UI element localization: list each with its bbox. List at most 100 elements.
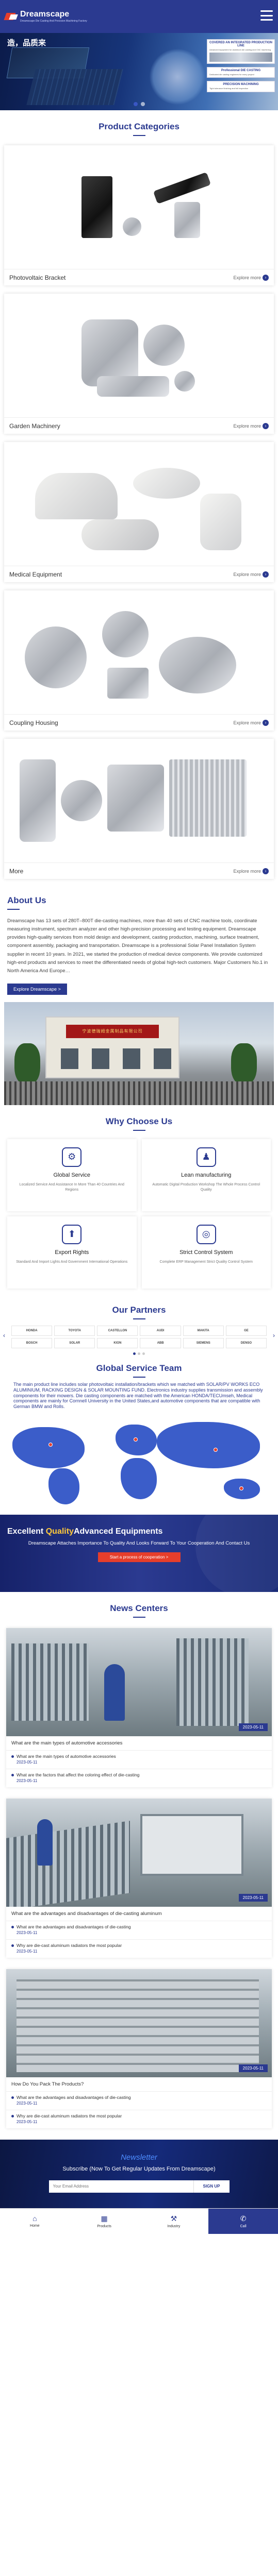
news-card[interactable]: 2023-05-11 What are the main types of au… bbox=[6, 1628, 272, 1787]
banner-card: Professional DIE CASTING Dedicated die ca… bbox=[207, 67, 275, 78]
partners-carousel: ‹ › HONDA TOYOTA CASTELLON AUDI MAKITA G… bbox=[0, 1324, 278, 1359]
news-link[interactable]: What are the factors that affect the col… bbox=[6, 1768, 272, 1778]
news-title[interactable]: What are the main types of automotive ac… bbox=[6, 1736, 272, 1750]
why-choose-title: Why Choose Us bbox=[0, 1105, 278, 1135]
partner-logo: AUDI bbox=[140, 1325, 181, 1336]
why-item: ⚙ Global Service Localized Service And Ass… bbox=[7, 1139, 137, 1211]
sign-up-button[interactable]: SIGN UP bbox=[193, 2180, 230, 2193]
chevron-right-icon[interactable]: › bbox=[273, 1332, 275, 1339]
why-item: ♟ Lean manufacturing Automatic Digital Pro… bbox=[141, 1139, 271, 1211]
news-date: 2023-05-11 bbox=[238, 1723, 268, 1731]
news-image: 2023-05-11 bbox=[6, 1628, 272, 1736]
news-link[interactable]: What are the advantages and disadvantage… bbox=[6, 1920, 272, 1930]
news-link-date: 2023-05-11 bbox=[17, 1759, 38, 1765]
start-cooperation-button[interactable]: Start a process of cooperation > bbox=[97, 1552, 181, 1563]
manufacturing-icon: ♟ bbox=[196, 1147, 216, 1167]
factory-photo: 宁波德瑞姆金属制品有限公司 bbox=[4, 1002, 274, 1105]
banner-dot[interactable] bbox=[133, 102, 138, 106]
category-card-coupling[interactable]: Coupling Housing Explore more › bbox=[4, 590, 274, 731]
category-name: More bbox=[9, 867, 24, 875]
banner-feature-cards: COVERED AN INTEGRATED PRODUCTION LINE Adv… bbox=[207, 39, 275, 92]
site-header: Dreamscape Dreamscape Die Casting And Pr… bbox=[0, 0, 278, 33]
partner-logo: CASTELLON bbox=[97, 1325, 138, 1336]
category-card-photovoltaic[interactable]: Photovoltaic Bracket Explore more › bbox=[4, 145, 274, 285]
partner-logo: BOSCH bbox=[11, 1337, 53, 1348]
email-input[interactable] bbox=[48, 2180, 193, 2193]
about-text: Dreamscape has 13 sets of 280T–800T die-… bbox=[7, 918, 268, 974]
news-link[interactable]: Why are die-cast aluminum radiators the … bbox=[6, 1939, 272, 1949]
partners-title: Our Partners bbox=[0, 1294, 278, 1324]
category-image bbox=[4, 739, 274, 862]
call-icon: ✆ bbox=[240, 2214, 247, 2223]
news-link[interactable]: What are the main types of automotive ac… bbox=[6, 1750, 272, 1760]
product-categories-title: Product Categories bbox=[0, 110, 278, 140]
about-title: About Us bbox=[7, 887, 271, 912]
world-map bbox=[7, 1416, 271, 1504]
newsletter-title: Newsletter bbox=[121, 2153, 157, 2162]
partner-logo: HONDA bbox=[11, 1325, 53, 1336]
newsletter-section: Newsletter Subscribe (Now To Get Regular… bbox=[0, 2139, 278, 2208]
tab-products[interactable]: ▦ Products bbox=[70, 2209, 139, 2234]
banner-light-glow bbox=[149, 48, 206, 105]
site-logo[interactable]: Dreamscape Dreamscape Die Casting And Pr… bbox=[5, 10, 87, 23]
explore-more-link[interactable]: Explore more › bbox=[233, 422, 269, 429]
products-icon: ▦ bbox=[101, 2214, 108, 2223]
news-link[interactable]: Why are die-cast aluminum radiators the … bbox=[6, 2109, 272, 2120]
banner-pagination bbox=[133, 102, 145, 106]
news-card[interactable]: 2023-05-11 How Do You Pack The Products?… bbox=[6, 1969, 272, 2128]
partners-pagination bbox=[11, 1352, 267, 1355]
partner-logo: SIEMENS bbox=[183, 1337, 224, 1348]
news-title[interactable]: How Do You Pack The Products? bbox=[6, 2077, 272, 2091]
category-card-medical[interactable]: Medical Equipment Explore more › bbox=[4, 442, 274, 582]
partner-logo: MAKITA bbox=[183, 1325, 224, 1336]
category-name: Medical Equipment bbox=[9, 570, 62, 578]
tab-home[interactable]: ⌂ Home bbox=[0, 2209, 70, 2234]
logo-text: Dreamscape bbox=[20, 10, 70, 19]
service-text: The main product line includes solar pho… bbox=[13, 1381, 263, 1410]
map-pin-icon bbox=[134, 1437, 138, 1442]
hamburger-menu-icon[interactable] bbox=[260, 10, 273, 21]
service-icon: ⚙ bbox=[62, 1147, 82, 1167]
banner-dot[interactable] bbox=[140, 102, 145, 106]
service-section: The main product line includes solar pho… bbox=[0, 1382, 278, 1410]
news-link-date: 2023-05-11 bbox=[17, 2100, 38, 2106]
partner-logo: ABB bbox=[140, 1337, 181, 1348]
category-name: Coupling Housing bbox=[9, 719, 58, 726]
news-link-date: 2023-05-11 bbox=[17, 1930, 38, 1935]
category-card-garden[interactable]: Garden Machinery Explore more › bbox=[4, 294, 274, 434]
cta-headline: Excellent QualityAdvanced Equipments bbox=[7, 1527, 163, 1536]
explore-dreamscape-button[interactable]: Explore Dreamscape > bbox=[7, 983, 67, 995]
why-choose-grid: ⚙ Global Service Localized Service And Ass… bbox=[0, 1135, 278, 1294]
explore-more-link[interactable]: Explore more › bbox=[233, 719, 269, 726]
map-pin-icon bbox=[48, 1442, 53, 1447]
tab-industry[interactable]: ⚒ Industry bbox=[139, 2209, 209, 2234]
arrow-right-icon: › bbox=[263, 719, 269, 726]
hero-banner[interactable]: 造，品质来 COVERED AN INTEGRATED PRODUCTION L… bbox=[0, 33, 278, 110]
news-image: 2023-05-11 bbox=[6, 1969, 272, 2077]
news-title[interactable]: What are the advantages and disadvantage… bbox=[6, 1907, 272, 1921]
news-link-date: 2023-05-11 bbox=[17, 1948, 38, 1954]
newsletter-subtitle: Subscribe (Now To Get Regular Updates Fr… bbox=[62, 2165, 216, 2172]
news-link[interactable]: What are the advantages and disadvantage… bbox=[6, 2091, 272, 2101]
partner-logo: GE bbox=[225, 1325, 267, 1336]
news-card[interactable]: 2023-05-11 What are the advantages and d… bbox=[6, 1798, 272, 1958]
service-team-title: Global Service Team bbox=[0, 1359, 278, 1382]
category-image bbox=[4, 590, 274, 714]
partner-logo: KION bbox=[97, 1337, 138, 1348]
explore-more-link[interactable]: Explore more › bbox=[233, 274, 269, 281]
news-date: 2023-05-11 bbox=[238, 1893, 268, 1902]
explore-more-link[interactable]: Explore more › bbox=[233, 868, 269, 874]
category-image bbox=[4, 145, 274, 269]
partner-logo: TOYOTA bbox=[54, 1325, 95, 1336]
control-icon: ◎ bbox=[196, 1224, 216, 1244]
category-card-more[interactable]: More Explore more › bbox=[4, 739, 274, 879]
news-link-date: 2023-05-11 bbox=[17, 2119, 38, 2124]
factory-sign: 宁波德瑞姆金属制品有限公司 bbox=[66, 1024, 159, 1038]
explore-more-link[interactable]: Explore more › bbox=[233, 571, 269, 578]
map-pin-icon bbox=[239, 1486, 243, 1490]
category-name: Photovoltaic Bracket bbox=[9, 274, 66, 281]
arrow-right-icon: › bbox=[263, 274, 269, 281]
chevron-left-icon[interactable]: ‹ bbox=[3, 1332, 5, 1339]
news-link-date: 2023-05-11 bbox=[17, 1778, 38, 1783]
tab-call[interactable]: ✆ Call bbox=[208, 2208, 278, 2234]
